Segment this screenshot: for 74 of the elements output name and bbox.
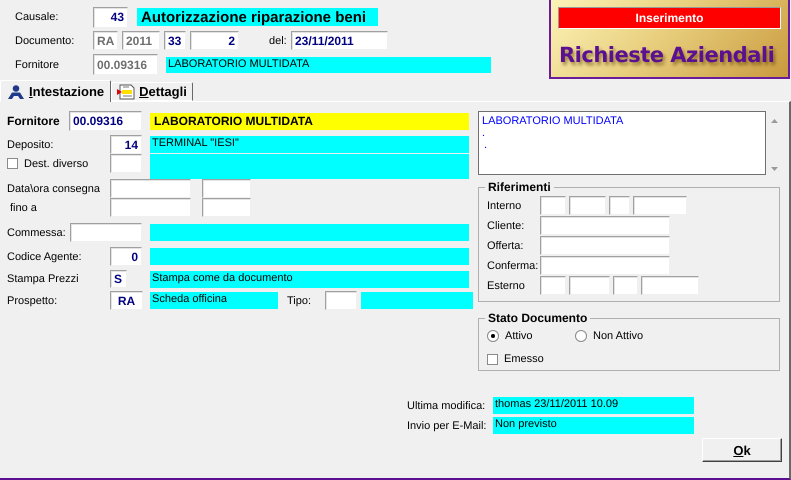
input-field[interactable]: [569, 276, 610, 295]
input-field[interactable]: [110, 198, 191, 217]
field-label: Fornitore: [7, 114, 61, 128]
radio-label: Non Attivo: [593, 330, 644, 342]
field-label: Causale:: [15, 11, 60, 23]
field-label: Deposito:: [7, 138, 54, 150]
radio-button[interactable]: [487, 330, 499, 342]
checkbox[interactable]: [487, 354, 498, 364]
input-field[interactable]: [540, 276, 566, 295]
field-label: Prospetto:: [7, 294, 58, 306]
input-field[interactable]: [540, 196, 566, 215]
layout-name: Scheda officina: [150, 292, 278, 309]
input-field[interactable]: 33: [164, 31, 186, 50]
field-label: Esterno: [487, 280, 526, 292]
field-label: Data\ora consegna: [7, 182, 101, 194]
input-field[interactable]: [202, 179, 251, 198]
input-field[interactable]: [202, 198, 251, 217]
tab[interactable]: Intestazione: [0, 80, 112, 102]
input-field[interactable]: 43: [93, 6, 128, 28]
scroll-down-arrow[interactable]: [771, 167, 778, 171]
input-field[interactable]: 0: [110, 247, 142, 266]
field-label: del:: [269, 34, 288, 46]
input-field[interactable]: [540, 256, 670, 275]
input-field[interactable]: [540, 216, 670, 235]
field-label: Invio per E-Mail:: [407, 420, 488, 432]
field-label: Ultima modifica:: [407, 400, 486, 412]
input-field[interactable]: RA: [110, 291, 143, 310]
input-field[interactable]: [641, 276, 699, 295]
banner-title: Richieste Aziendali: [559, 43, 774, 67]
input-field[interactable]: 14: [110, 135, 142, 154]
input-field[interactable]: [613, 276, 638, 295]
scroll-up-arrow[interactable]: [771, 119, 778, 123]
field-label: fino a: [10, 202, 38, 214]
field-label: Fornitore: [15, 58, 60, 70]
supplier-name: LABORATORIO MULTIDATA: [150, 112, 469, 130]
input-field[interactable]: [569, 196, 606, 215]
causale-description: Autorizzazione riparazione beni: [137, 8, 378, 26]
group-title: Stato Documento: [487, 311, 588, 325]
field-label: Documento:: [15, 34, 76, 46]
field-label: Cliente:: [487, 220, 526, 232]
input-field[interactable]: [633, 196, 687, 215]
field-label: Conferma:: [487, 260, 540, 272]
ok-button[interactable]: Ok: [702, 438, 782, 462]
checkbox-label: Dest. diverso: [24, 158, 90, 170]
tab[interactable]: Dettagli: [111, 82, 193, 101]
input-field[interactable]: [325, 291, 357, 310]
radio-label: Attivo: [505, 330, 534, 342]
input-field[interactable]: S: [110, 270, 127, 288]
warehouse-name: TERMINAL "IESI": [150, 136, 469, 153]
field-label: Commessa:: [7, 226, 67, 238]
input-field[interactable]: 2: [190, 31, 239, 50]
group-title: Riferimenti: [487, 180, 552, 194]
address-memo[interactable]: LABORATORIO MULTIDATA . .: [478, 111, 766, 175]
field-label: Codice Agente:: [7, 250, 83, 262]
input-field[interactable]: [70, 223, 142, 242]
field-label: Tipo:: [287, 294, 312, 306]
supplier-name: LABORATORIO MULTIDATA: [166, 56, 491, 72]
field-label: Interno: [487, 200, 522, 212]
field-label: Stampa Prezzi: [7, 273, 80, 285]
status-indicator: Inserimento: [558, 7, 781, 29]
input-field[interactable]: [110, 154, 142, 173]
input-field[interactable]: [540, 236, 670, 255]
info-value: thomas 23/11/2011 10.09: [493, 397, 694, 414]
input-field[interactable]: 00.09316: [69, 111, 142, 131]
info-value: Non previsto: [493, 417, 694, 434]
input-field[interactable]: [110, 179, 191, 198]
radio-button[interactable]: [575, 330, 587, 342]
checkbox[interactable]: [7, 158, 18, 169]
person-icon: [7, 84, 25, 98]
checkbox-label: Emesso: [504, 353, 545, 365]
price-print-mode: Stampa come da documento: [150, 270, 469, 288]
input-field[interactable]: [609, 196, 630, 215]
field-label: Offerta:: [487, 240, 524, 252]
input-field[interactable]: 23/11/2011: [291, 31, 388, 50]
